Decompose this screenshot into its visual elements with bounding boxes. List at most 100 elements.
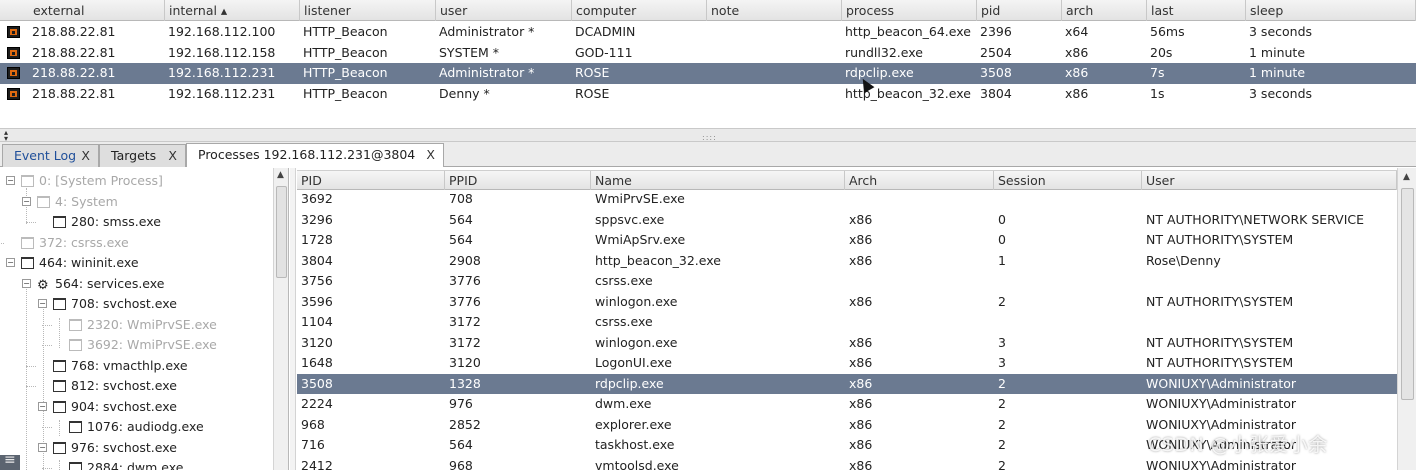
- session-cell-arch: x86: [1065, 85, 1089, 101]
- tree-node[interactable]: − ⚙ 564: services.exe: [0, 274, 272, 294]
- process-column-arch[interactable]: Arch: [845, 171, 994, 190]
- tree-node[interactable]: − 4: System: [0, 192, 272, 212]
- process-cell-name: sppsvc.exe: [595, 211, 665, 227]
- tree-node[interactable]: − 464: wininit.exe: [0, 253, 272, 273]
- tree-node-label: 2884: dwm.exe: [87, 460, 184, 470]
- session-row[interactable]: 218.88.22.81 192.168.112.158 HTTP_Beacon SY…: [0, 43, 1416, 64]
- process-cell-pid: 2224: [301, 396, 333, 411]
- tree-scrollbar[interactable]: ▲: [273, 168, 288, 470]
- process-column-name[interactable]: Name: [591, 171, 845, 190]
- process-row[interactable]: 3120 3172 winlogon.exe x86 3 NT AUTHORITY\SYS…: [297, 333, 1397, 354]
- sessions-column-note[interactable]: note: [707, 0, 842, 21]
- divider-grip-icon[interactable]: ::::: [702, 133, 717, 142]
- tab-close-icon[interactable]: X: [168, 145, 177, 167]
- process-cell-pid: 3756: [301, 273, 333, 288]
- session-cell-listener: HTTP_Beacon: [303, 24, 388, 39]
- process-row[interactable]: 2224 976 dwm.exe x86 2 WONIUXY\Administrator: [297, 394, 1397, 415]
- process-row[interactable]: 1728 564 WmiApSrv.exe x86 0 NT AUTHORITY\SYST…: [297, 230, 1397, 251]
- process-row[interactable]: 2412 968 vmtoolsd.exe x86 2 WONIUXY\Administr…: [297, 456, 1397, 470]
- process-cell-ppid: 968: [449, 457, 473, 470]
- beacon-session-icon: [7, 67, 20, 80]
- sessions-column-computer[interactable]: computer: [572, 0, 707, 21]
- process-row[interactable]: 3596 3776 winlogon.exe x86 2 NT AUTHORITY\SYS…: [297, 292, 1397, 313]
- session-cell-internal: 192.168.112.158: [168, 44, 276, 60]
- tree-node[interactable]: − 904: svchost.exe: [0, 397, 272, 417]
- tree-scrollbar-thumb[interactable]: [276, 186, 287, 278]
- process-cell-arch: x86: [849, 232, 873, 247]
- tree-collapse-icon[interactable]: −: [22, 278, 31, 288]
- tree-node[interactable]: 768: vmacthlp.exe: [0, 356, 272, 376]
- scroll-up-icon[interactable]: ▲: [1403, 172, 1410, 182]
- tree-collapse-icon[interactable]: −: [6, 176, 15, 185]
- sessions-column-internal[interactable]: internal ▴: [165, 0, 300, 21]
- process-cell-pid: 1728: [301, 232, 333, 247]
- process-column-ppid[interactable]: PPID: [445, 171, 591, 190]
- tree-collapse-icon[interactable]: −: [6, 258, 15, 267]
- process-row[interactable]: 3756 3776 csrss.exe: [297, 271, 1397, 292]
- tree-guide-line: [42, 324, 52, 326]
- process-row[interactable]: 3508 1328 rdpclip.exe x86 2 WONIUXY\Administr…: [297, 373, 1397, 394]
- tree-collapse-icon[interactable]: −: [38, 442, 47, 452]
- process-cell-session: 0: [998, 232, 1006, 247]
- process-column-user[interactable]: User: [1142, 171, 1397, 190]
- tree-node[interactable]: 1076: audiodg.exe: [0, 417, 272, 437]
- tab-event[interactable]: Event Log X: [2, 144, 99, 167]
- process-cell-ppid: 976: [449, 396, 473, 411]
- menu-icon[interactable]: [0, 452, 20, 470]
- process-row[interactable]: 1104 3172 csrss.exe: [297, 312, 1397, 333]
- tree-node-label: 0: [System Process]: [39, 173, 163, 188]
- session-row[interactable]: 218.88.22.81 192.168.112.231 HTTP_Beacon De…: [0, 84, 1416, 105]
- window-icon: [53, 441, 66, 454]
- sessions-column-user[interactable]: user: [436, 0, 572, 21]
- scroll-up-icon[interactable]: ▲: [277, 170, 284, 180]
- process-cell-arch: x86: [849, 457, 873, 470]
- process-cell-ppid: 3172: [449, 334, 481, 350]
- process-cell-pid: 716: [301, 437, 325, 452]
- sessions-column-external[interactable]: external: [29, 0, 165, 21]
- tree-node[interactable]: − 0: [System Process]: [0, 171, 272, 191]
- session-cell-last: 7s: [1150, 65, 1165, 81]
- sessions-column-last[interactable]: last: [1147, 0, 1246, 21]
- tree-node-label: 372: csrss.exe: [39, 234, 129, 250]
- process-cell-session: 2: [998, 293, 1006, 309]
- process-cell-name: taskhost.exe: [595, 437, 675, 452]
- tree-node[interactable]: 2320: WmiPrvSE.exe: [0, 315, 272, 335]
- process-cell-arch: x86: [849, 355, 873, 370]
- tree-node[interactable]: − 708: svchost.exe: [0, 294, 272, 314]
- tree-node[interactable]: 2884: dwm.exe: [0, 458, 272, 470]
- split-pane-divider[interactable]: ▴ ▾ ::::: [0, 128, 1416, 143]
- tab-close-icon[interactable]: X: [81, 145, 90, 167]
- sessions-column-process[interactable]: process: [842, 0, 977, 21]
- beacon-session-icon: [7, 26, 20, 38]
- sessions-column-arch[interactable]: arch: [1062, 0, 1147, 21]
- process-row[interactable]: 3804 2908 http_beacon_32.exe x86 1 Rose\Denny: [297, 251, 1397, 272]
- window-icon: [69, 339, 82, 351]
- tab-close-icon[interactable]: X: [426, 144, 435, 166]
- tree-node[interactable]: 372: csrss.exe: [0, 233, 272, 253]
- tree-collapse-icon[interactable]: −: [38, 299, 47, 308]
- tree-node[interactable]: 280: smss.exe: [0, 212, 272, 232]
- session-row[interactable]: 218.88.22.81 192.168.112.100 HTTP_Beacon Ad…: [0, 22, 1416, 43]
- tree-node[interactable]: 812: svchost.exe: [0, 376, 272, 396]
- collapse-arrows-icon[interactable]: ▴ ▾: [4, 129, 8, 143]
- session-row[interactable]: 218.88.22.81 192.168.112.231 HTTP_Beacon Ad…: [0, 63, 1416, 84]
- tree-node-label: 280: smss.exe: [71, 214, 161, 229]
- tree-collapse-icon[interactable]: −: [38, 401, 47, 411]
- tree-node[interactable]: − 976: svchost.exe: [0, 438, 272, 458]
- process-column-session[interactable]: Session: [994, 171, 1142, 190]
- sessions-column-listener[interactable]: listener: [300, 0, 436, 21]
- process-cell-ppid: 3776: [449, 273, 481, 288]
- sessions-column-pid[interactable]: pid: [977, 0, 1062, 21]
- sessions-column-sleep[interactable]: sleep: [1246, 0, 1416, 21]
- tree-collapse-icon[interactable]: −: [22, 196, 31, 206]
- process-row[interactable]: 3296 564 sppsvc.exe x86 0 NT AUTHORITY\NETWOR…: [297, 210, 1397, 231]
- tab-targets[interactable]: Targets X: [99, 144, 186, 167]
- window-icon: [69, 318, 82, 331]
- process-row[interactable]: 1648 3120 LogonUI.exe x86 3 NT AUTHORITY\SYST…: [297, 353, 1397, 374]
- process-table-scrollbar[interactable]: ▲: [1397, 168, 1416, 470]
- process-row[interactable]: 3692 708 WmiPrvSE.exe: [297, 189, 1397, 210]
- process-table-scrollbar-thumb[interactable]: [1401, 188, 1414, 400]
- tree-node[interactable]: 3692: WmiPrvSE.exe: [0, 335, 272, 355]
- process-column-pid[interactable]: PID: [297, 171, 445, 190]
- tab-processes[interactable]: Processes 192.168.112.231@3804 X: [186, 143, 444, 167]
